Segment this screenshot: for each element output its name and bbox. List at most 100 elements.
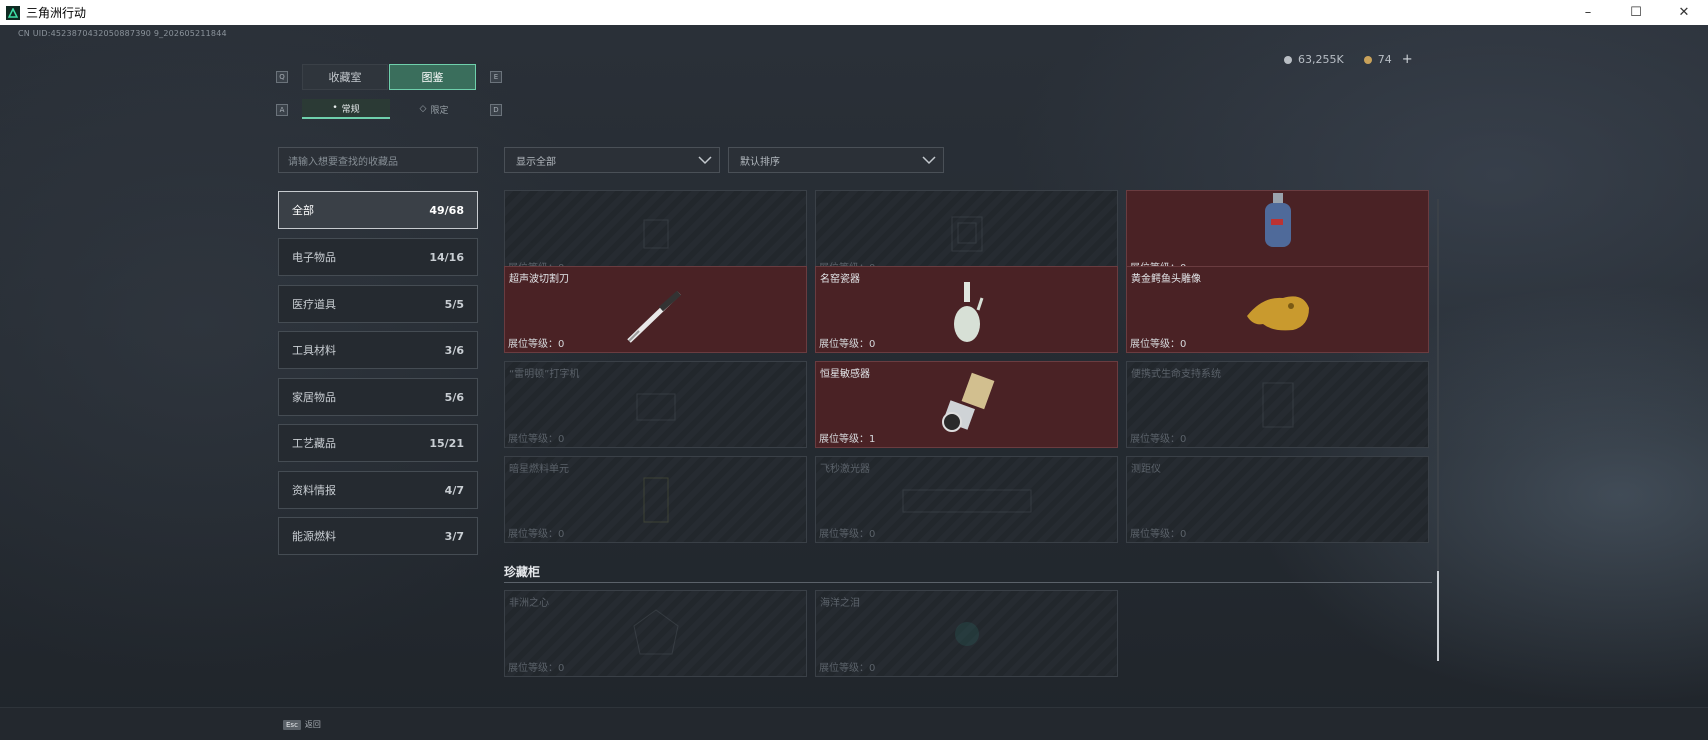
collectible-card[interactable]: 展位等级：0	[504, 190, 807, 277]
collectible-card[interactable]: 暗星燃料单元 展位等级：0	[504, 456, 807, 543]
key-hint-a: A	[276, 104, 288, 116]
minimize-icon[interactable]: –	[1564, 0, 1612, 25]
subtab-regular-label: 常规	[341, 104, 360, 115]
silver-coin-icon	[1284, 55, 1292, 64]
category-all[interactable]: 全部 49/68	[278, 191, 478, 229]
tab-codex[interactable]: 图鉴	[389, 64, 476, 90]
category-electronics[interactable]: 电子物品 14/16	[278, 238, 478, 276]
section-divider	[504, 582, 1432, 583]
uid-label: CN UID:4523870432050887390 9_20260521184…	[18, 29, 227, 38]
ultrasonic-cutter-icon	[626, 290, 681, 343]
gas-canister-icon	[1264, 193, 1291, 247]
key-hint-e: E	[490, 71, 502, 83]
subtab-limited[interactable]: ◇ 限定	[390, 99, 478, 119]
typewriter-icon	[636, 393, 675, 420]
collectible-card[interactable]: “雷明顿”打字机 展位等级：0	[504, 361, 807, 448]
bottom-bar	[0, 707, 1708, 740]
filter-dropdown[interactable]: 显示全部	[504, 147, 720, 173]
booth-level: 展位等级：0	[1130, 434, 1187, 445]
category-count: 3/6	[444, 343, 464, 357]
category-count: 3/7	[444, 529, 464, 543]
booth-level: 展位等级：0	[508, 434, 565, 445]
item-name: 恒星敏感器	[820, 369, 870, 380]
app-logo-icon	[6, 5, 20, 20]
scrollbar-thumb[interactable]	[1437, 571, 1439, 661]
search-input[interactable]: 请输入想要查找的收藏品	[278, 147, 478, 173]
item-name: 便携式生命支持系统	[1131, 369, 1221, 380]
porcelain-vase-icon	[953, 282, 983, 342]
flame-icon: •	[332, 103, 338, 113]
category-label: 资料情报	[292, 484, 336, 497]
subtab-limited-label: 限定	[430, 105, 449, 116]
add-currency-button[interactable]: +	[1402, 52, 1413, 67]
collectible-card[interactable]: 黄金鳄鱼头雕像 展位等级：0	[1126, 266, 1429, 353]
filter-dropdown-label: 显示全部	[516, 156, 556, 168]
collectible-card[interactable]: 展位等级：0	[815, 190, 1118, 277]
booth-level: 展位等级：0	[819, 663, 876, 674]
category-fuel[interactable]: 能源燃料 3/7	[278, 517, 478, 555]
scrollbar[interactable]	[1437, 199, 1439, 661]
item-icon	[643, 219, 668, 248]
category-label: 能源燃料	[292, 530, 336, 543]
category-label: 家居物品	[292, 391, 336, 404]
tab-collection-room[interactable]: 收藏室	[302, 64, 388, 90]
category-household[interactable]: 家居物品 5/6	[278, 378, 478, 416]
category-crafts[interactable]: 工艺藏品 15/21	[278, 424, 478, 462]
chevron-down-icon	[698, 156, 712, 165]
maximize-icon[interactable]: ☐	[1612, 0, 1660, 25]
key-hint-q: Q	[276, 71, 288, 83]
item-name: 非洲之心	[509, 598, 549, 609]
item-name: 超声波切割刀	[509, 274, 569, 285]
collectible-card[interactable]: 便携式生命支持系统 展位等级：0	[1126, 361, 1429, 448]
category-count: 5/6	[444, 390, 464, 404]
category-intel[interactable]: 资料情报 4/7	[278, 471, 478, 509]
booth-level: 展位等级：0	[819, 529, 876, 540]
booth-level: 展位等级：0	[508, 663, 565, 674]
collectible-card[interactable]: 恒星敏感器 展位等级：1	[815, 361, 1118, 448]
booth-level: 展位等级：0	[1130, 339, 1187, 350]
booth-level: 展位等级：1	[819, 434, 876, 445]
key-hint-d: D	[490, 104, 502, 116]
collectible-card[interactable]: 飞秒激光器 展位等级：0	[815, 456, 1118, 543]
window-title: 三角洲行动	[26, 6, 87, 20]
collectible-card[interactable]: 海洋之泪 展位等级：0	[815, 590, 1118, 677]
collectible-card[interactable]: 展位等级：0	[1126, 190, 1429, 277]
life-support-icon	[1262, 382, 1293, 427]
collectible-card[interactable]: 名窑瓷器 展位等级：0	[815, 266, 1118, 353]
category-label: 全部	[292, 204, 314, 217]
sort-dropdown[interactable]: 默认排序	[728, 147, 944, 173]
category-label: 工具材料	[292, 344, 336, 357]
booth-level: 展位等级：0	[508, 339, 565, 350]
esc-key-hint: Esc	[283, 719, 301, 730]
item-name: “雷明顿”打字机	[509, 369, 580, 380]
gold-crocodile-head-icon	[1246, 296, 1309, 331]
laser-icon	[902, 489, 1031, 512]
category-count: 49/68	[429, 203, 464, 217]
booth-level: 展位等级：0	[508, 529, 565, 540]
collectible-card[interactable]: 非洲之心 展位等级：0	[504, 590, 807, 677]
item-name: 海洋之泪	[820, 598, 860, 609]
category-count: 5/5	[444, 297, 464, 311]
back-button[interactable]: Esc 返回	[283, 719, 321, 730]
item-name: 名窑瓷器	[820, 274, 860, 285]
back-label: 返回	[304, 720, 321, 729]
booth-level: 展位等级：0	[1130, 529, 1187, 540]
category-label: 工艺藏品	[292, 437, 336, 450]
subtab-regular[interactable]: • 常规	[302, 99, 390, 119]
game-viewport: CN UID:4523870432050887390 9_20260521184…	[0, 25, 1708, 740]
tear-of-the-ocean-icon	[954, 621, 979, 646]
close-icon[interactable]: ✕	[1660, 0, 1708, 25]
category-medical[interactable]: 医疗道具 5/5	[278, 285, 478, 323]
star-sensor-icon	[941, 372, 994, 432]
booth-level: 展位等级：0	[819, 339, 876, 350]
category-count: 15/21	[429, 436, 464, 450]
category-label: 电子物品	[292, 251, 336, 264]
category-tools[interactable]: 工具材料 3/6	[278, 331, 478, 369]
category-count: 4/7	[444, 483, 464, 497]
item-name: 测距仪	[1131, 464, 1161, 475]
item-icon	[951, 216, 982, 251]
item-name: 黄金鳄鱼头雕像	[1131, 274, 1201, 285]
chevron-down-icon	[922, 156, 936, 165]
collectible-card[interactable]: 超声波切割刀 展位等级：0	[504, 266, 807, 353]
collectible-card[interactable]: 测距仪 展位等级：0	[1126, 456, 1429, 543]
